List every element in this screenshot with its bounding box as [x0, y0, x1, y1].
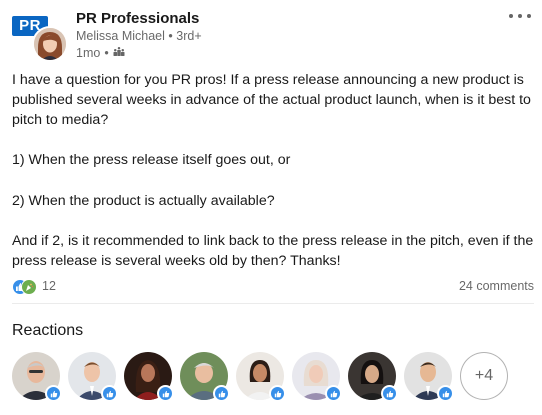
reaction-icons[interactable]: [12, 279, 38, 295]
post-paragraph: I have a question for you PR pros! If a …: [12, 72, 531, 129]
like-icon: [437, 385, 454, 402]
reactor-avatar[interactable]: [404, 352, 454, 402]
comments-count[interactable]: 24 comments: [459, 279, 534, 293]
reactor-avatar[interactable]: [12, 352, 62, 402]
like-icon: [381, 385, 398, 402]
group-name[interactable]: PR Professionals: [76, 10, 199, 27]
reaction-count[interactable]: 12: [42, 279, 56, 293]
reactors-list: +4: [12, 352, 534, 402]
post-paragraph: 1) When the press release itself goes ou…: [12, 152, 291, 169]
celebrate-icon: [21, 279, 37, 295]
like-icon: [157, 385, 174, 402]
like-icon: [101, 385, 118, 402]
reactor-avatar[interactable]: [180, 352, 230, 402]
post-time[interactable]: 1mo: [76, 46, 100, 60]
post-meta: 1mo •: [76, 45, 125, 60]
more-reactors-button[interactable]: +4: [460, 352, 508, 400]
post-paragraph: And if 2, is it recommended to link back…: [12, 232, 534, 269]
meta-separator: •: [104, 45, 109, 60]
divider: [12, 303, 534, 304]
like-icon: [213, 385, 230, 402]
group-audience-icon: [113, 45, 125, 60]
reactor-avatar[interactable]: [348, 352, 398, 402]
author-line: Melissa Michael • 3rd+: [76, 29, 202, 43]
separator: •: [168, 29, 173, 43]
more-dot: [509, 14, 513, 18]
reactor-avatar[interactable]: [124, 352, 174, 402]
reactor-avatar[interactable]: [292, 352, 342, 402]
like-icon: [325, 385, 342, 402]
like-icon: [45, 385, 62, 402]
reactions-heading: Reactions: [12, 322, 84, 339]
post-header: PR PR Professionals Melissa Michael • 3r…: [12, 8, 534, 64]
more-dot: [527, 14, 531, 18]
reactor-avatar[interactable]: [68, 352, 118, 402]
social-counts: 12 24 comments: [12, 278, 534, 296]
like-icon: [269, 385, 286, 402]
post-body: I have a question for you PR pros! If a …: [12, 70, 536, 271]
author-name[interactable]: Melissa Michael: [76, 29, 165, 43]
more-dot: [518, 14, 522, 18]
more-options-icon[interactable]: [506, 8, 534, 24]
reactor-avatar[interactable]: [236, 352, 286, 402]
author-avatar[interactable]: [32, 26, 68, 62]
post-paragraph: 2) When the product is actually availabl…: [12, 192, 275, 209]
connection-degree: 3rd+: [176, 29, 202, 43]
